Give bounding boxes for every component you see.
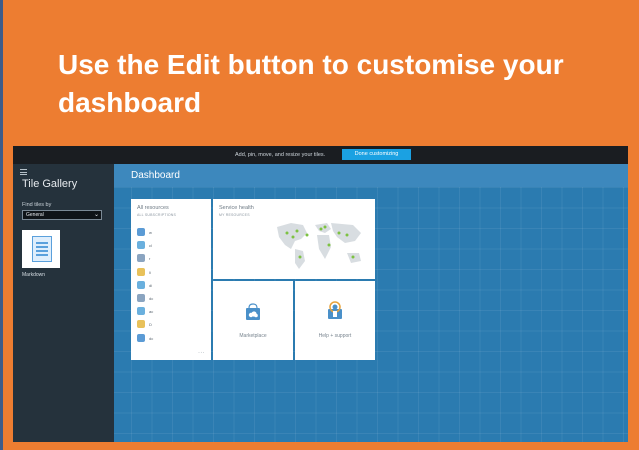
dashboard-title: Dashboard <box>131 170 180 181</box>
tile-gallery-title: Tile Gallery <box>22 178 78 190</box>
resource-list-item[interactable]: di <box>137 280 205 290</box>
markdown-tile-label: Markdown <box>22 272 46 278</box>
all-resources-tile[interactable]: All resources ALL SUBSCRIPTIONS w cl r li di… <box>131 199 211 360</box>
find-tiles-label: Find tiles by <box>22 202 52 208</box>
resource-list-item[interactable]: w <box>137 228 205 237</box>
marketplace-tile[interactable]: Marketplace <box>213 281 293 360</box>
resource-list-item[interactable]: D <box>137 320 205 329</box>
find-tiles-select[interactable]: General ⌄ <box>22 210 102 220</box>
slide-title: Use the Edit button to customise your da… <box>58 49 564 118</box>
all-resources-subtitle: ALL SUBSCRIPTIONS <box>137 213 177 217</box>
resource-name: li <box>149 269 151 275</box>
resource-list-item[interactable]: r <box>137 254 205 263</box>
markdown-document-icon <box>32 236 52 262</box>
resource-list-item[interactable]: li <box>137 267 205 277</box>
service-health-subtitle: MY RESOURCES <box>219 213 250 217</box>
help-support-icon <box>328 301 342 319</box>
customize-message: Add, pin, move, and resize your tiles. <box>235 152 326 158</box>
resource-name: r <box>149 256 151 262</box>
user-icon <box>137 320 145 329</box>
vm-icon <box>137 228 145 236</box>
help-support-tile[interactable]: Help + support <box>295 281 375 360</box>
portal-screenshot: Add, pin, move, and resize your tiles. D… <box>13 146 628 442</box>
resource-name: w <box>149 230 152 235</box>
user-icon <box>137 254 145 263</box>
dashboard-header: Dashboard <box>114 164 628 187</box>
resource-name: di <box>149 282 153 288</box>
resource-list-item[interactable]: dc <box>137 294 205 303</box>
markdown-tile[interactable] <box>22 230 60 268</box>
resource-list-item[interactable]: cl <box>137 241 205 250</box>
service-health-title: Service health <box>219 205 254 211</box>
marketplace-bag-icon <box>246 303 260 320</box>
customize-bar: Add, pin, move, and resize your tiles. D… <box>13 146 628 164</box>
globe-icon <box>137 241 145 250</box>
resource-name: dc <box>149 296 154 301</box>
done-customizing-button[interactable]: Done customizing <box>342 149 411 160</box>
user-icon <box>137 294 145 302</box>
resource-name: cl <box>149 243 152 249</box>
resource-name: D <box>149 322 152 328</box>
service-health-tile[interactable]: Service health MY RESOURCES <box>213 199 375 279</box>
hamburger-menu-icon[interactable] <box>20 169 27 177</box>
tile-gallery-panel: Tile Gallery Find tiles by General ⌄ Mar… <box>13 164 114 442</box>
help-support-label: Help + support <box>318 333 352 339</box>
dashboard-canvas: Dashboard All resources ALL SUBSCRIPTION… <box>114 164 628 442</box>
globe-icon <box>137 307 145 316</box>
slide-left-stripe <box>0 0 3 450</box>
marketplace-label: Marketplace <box>239 333 267 339</box>
resource-list-item[interactable]: dc <box>137 333 205 343</box>
globe-icon <box>137 280 145 289</box>
resource-name: ac <box>149 309 154 315</box>
resource-name: dc <box>149 335 154 341</box>
chevron-down-icon: ⌄ <box>93 212 99 218</box>
more-icon[interactable]: ··· <box>198 350 205 356</box>
find-tiles-value: General <box>26 212 44 218</box>
storage-icon <box>137 267 145 276</box>
resource-list-item[interactable]: ac <box>137 307 205 316</box>
database-icon <box>137 333 145 342</box>
world-map-icon <box>277 223 361 269</box>
all-resources-title: All resources <box>137 205 169 211</box>
